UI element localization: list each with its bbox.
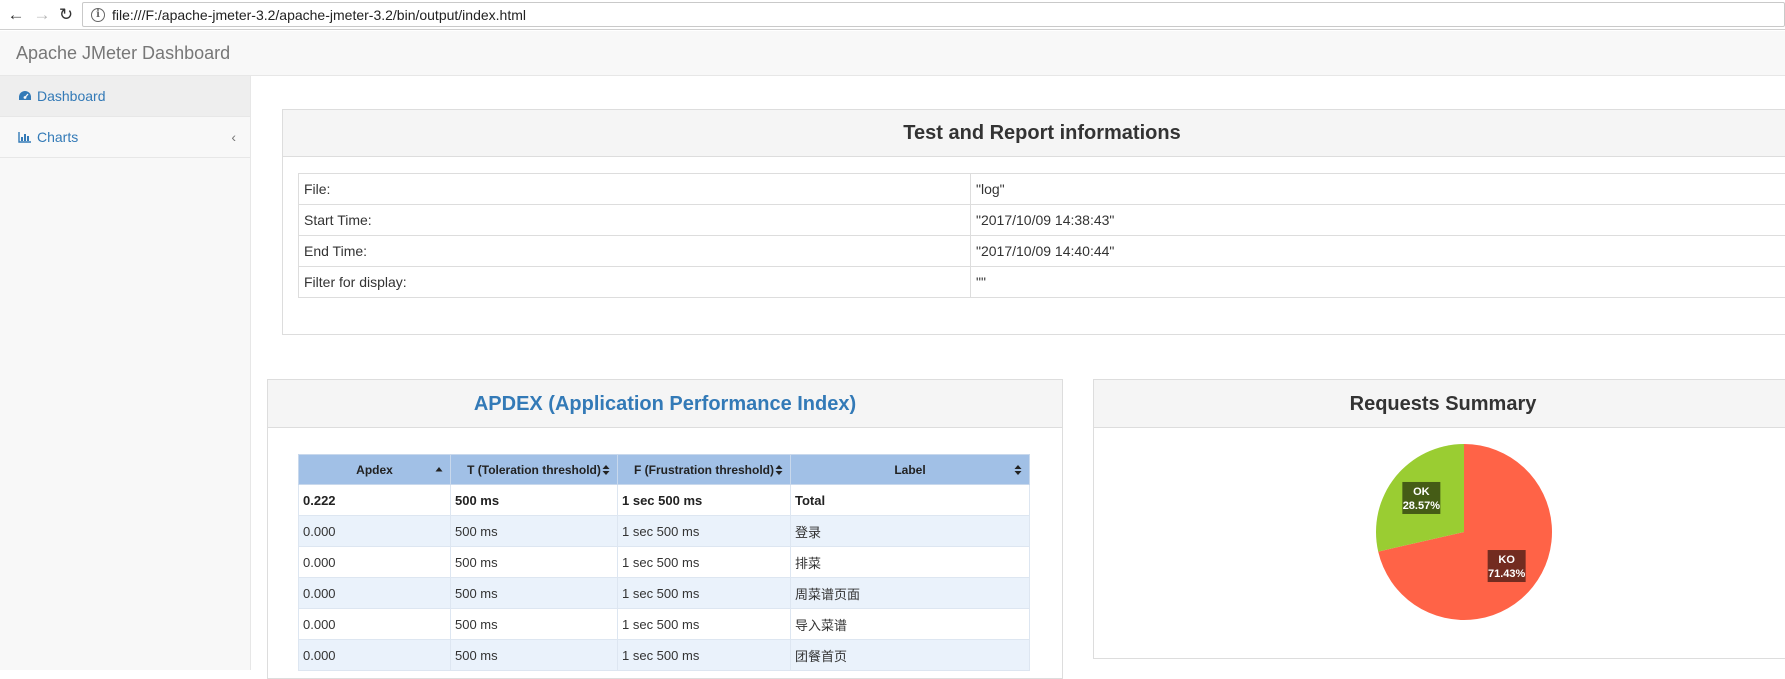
table-cell: 500 ms bbox=[451, 640, 618, 671]
panel-title: Requests Summary bbox=[1094, 380, 1785, 428]
sort-ascending-icon bbox=[435, 465, 443, 475]
table-row: 0.000500 ms1 sec 500 ms周菜谱页面 bbox=[299, 578, 1030, 609]
table-cell: 1 sec 500 ms bbox=[618, 578, 791, 609]
pie-label-ok: OK 28.57% bbox=[1402, 482, 1440, 514]
column-header-apdex[interactable]: Apdex bbox=[299, 455, 451, 485]
sort-icon bbox=[602, 465, 610, 475]
sidebar-item-label: Charts bbox=[37, 129, 78, 145]
table-cell: 0.000 bbox=[299, 578, 451, 609]
pie-chart-container: KO 71.43% OK 28.57% bbox=[1374, 442, 1554, 627]
dashboard-icon bbox=[18, 90, 32, 102]
sidebar-item-charts[interactable]: Charts ‹ bbox=[0, 117, 250, 158]
browser-toolbar: ← → ↻ i file:///F:/apache-jmeter-3.2/apa… bbox=[0, 0, 1785, 30]
info-value: "" bbox=[971, 267, 1785, 298]
info-value: "2017/10/09 14:38:43" bbox=[971, 205, 1785, 236]
info-value: "log" bbox=[971, 174, 1785, 205]
info-table: File:"log"Start Time:"2017/10/09 14:38:4… bbox=[298, 173, 1785, 298]
address-url: file:///F:/apache-jmeter-3.2/apache-jmet… bbox=[112, 7, 526, 23]
table-cell: 导入菜谱 bbox=[791, 609, 1030, 640]
sort-icon bbox=[775, 465, 783, 475]
column-header-toleration[interactable]: T (Toleration threshold) bbox=[451, 455, 618, 485]
table-cell: 1 sec 500 ms bbox=[618, 516, 791, 547]
table-cell: 周菜谱页面 bbox=[791, 578, 1030, 609]
requests-pie-chart: KO 71.43% OK 28.57% bbox=[1374, 442, 1554, 622]
table-cell: 0.222 bbox=[299, 485, 451, 516]
table-cell: 0.000 bbox=[299, 640, 451, 671]
panel-title: Test and Report informations bbox=[283, 110, 1785, 157]
info-row: Start Time:"2017/10/09 14:38:43" bbox=[299, 205, 1785, 236]
table-cell: 0.000 bbox=[299, 516, 451, 547]
info-key: Start Time: bbox=[299, 205, 971, 236]
info-icon[interactable]: i bbox=[91, 8, 105, 22]
table-cell: 1 sec 500 ms bbox=[618, 640, 791, 671]
table-cell: 1 sec 500 ms bbox=[618, 609, 791, 640]
apdex-panel: APDEX (Application Performance Index) Ap… bbox=[267, 379, 1063, 679]
table-cell: 0.000 bbox=[299, 547, 451, 578]
panel-title[interactable]: APDEX (Application Performance Index) bbox=[268, 380, 1062, 428]
table-cell: 0.000 bbox=[299, 609, 451, 640]
apdex-table: Apdex T (Toleration threshold) F (Frustr… bbox=[298, 454, 1030, 671]
reload-button[interactable]: ↻ bbox=[53, 0, 79, 30]
info-key: End Time: bbox=[299, 236, 971, 267]
table-row: 0.000500 ms1 sec 500 ms团餐首页 bbox=[299, 640, 1030, 671]
sidebar-item-label: Dashboard bbox=[37, 88, 106, 104]
info-row: Filter for display:"" bbox=[299, 267, 1785, 298]
requests-summary-panel: Requests Summary KO 71.43% OK 28.57% bbox=[1093, 379, 1785, 659]
info-row: End Time:"2017/10/09 14:40:44" bbox=[299, 236, 1785, 267]
bar-chart-icon bbox=[18, 131, 32, 143]
table-cell: 排菜 bbox=[791, 547, 1030, 578]
address-bar[interactable]: i file:///F:/apache-jmeter-3.2/apache-jm… bbox=[82, 2, 1785, 27]
table-cell: 500 ms bbox=[451, 578, 618, 609]
main-content: Test and Report informations File:"log"S… bbox=[251, 76, 1785, 670]
pie-label-name: KO bbox=[1498, 554, 1515, 566]
table-cell: 登录 bbox=[791, 516, 1030, 547]
table-cell: 500 ms bbox=[451, 516, 618, 547]
table-row: 0.000500 ms1 sec 500 ms导入菜谱 bbox=[299, 609, 1030, 640]
table-cell: 1 sec 500 ms bbox=[618, 485, 791, 516]
forward-button[interactable]: → bbox=[29, 0, 55, 30]
app-brand[interactable]: Apache JMeter Dashboard bbox=[16, 43, 230, 64]
pie-label-name: OK bbox=[1413, 486, 1430, 498]
pie-label-ko: KO 71.43% bbox=[1488, 550, 1526, 582]
table-cell: 1 sec 500 ms bbox=[618, 547, 791, 578]
pie-label-value: 71.43% bbox=[1488, 568, 1526, 580]
test-report-info-panel: Test and Report informations File:"log"S… bbox=[282, 109, 1785, 335]
info-key: File: bbox=[299, 174, 971, 205]
table-cell: Total bbox=[791, 485, 1030, 516]
table-row: 0.000500 ms1 sec 500 ms登录 bbox=[299, 516, 1030, 547]
table-row: 0.000500 ms1 sec 500 ms排菜 bbox=[299, 547, 1030, 578]
column-header-frustration[interactable]: F (Frustration threshold) bbox=[618, 455, 791, 485]
table-cell: 团餐首页 bbox=[791, 640, 1030, 671]
column-header-label[interactable]: Label bbox=[791, 455, 1030, 485]
back-button[interactable]: ← bbox=[3, 0, 29, 30]
pie-label-value: 28.57% bbox=[1403, 500, 1441, 512]
table-row: 0.222500 ms1 sec 500 msTotal bbox=[299, 485, 1030, 516]
info-key: Filter for display: bbox=[299, 267, 971, 298]
chevron-left-icon[interactable]: ‹ bbox=[231, 129, 236, 145]
sidebar-item-dashboard[interactable]: Dashboard bbox=[0, 76, 250, 117]
info-row: File:"log" bbox=[299, 174, 1785, 205]
sidebar: Dashboard Charts ‹ bbox=[0, 76, 251, 670]
app-header: Apache JMeter Dashboard bbox=[0, 31, 1785, 76]
info-value: "2017/10/09 14:40:44" bbox=[971, 236, 1785, 267]
sort-icon bbox=[1014, 465, 1022, 475]
table-cell: 500 ms bbox=[451, 547, 618, 578]
table-cell: 500 ms bbox=[451, 485, 618, 516]
table-cell: 500 ms bbox=[451, 609, 618, 640]
